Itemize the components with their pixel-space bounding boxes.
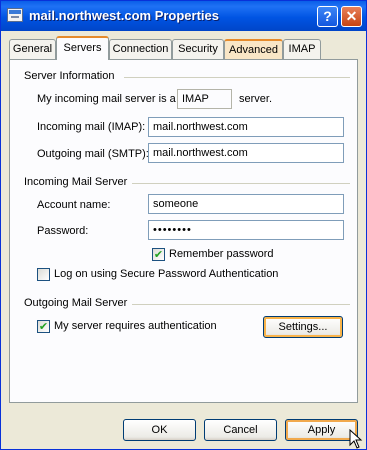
- secure-password-authentication-checkbox[interactable]: [37, 268, 50, 281]
- window-icon: [7, 8, 23, 22]
- server-requires-authentication-checkbox[interactable]: ✔: [37, 320, 50, 333]
- section-divider: [132, 304, 350, 305]
- secure-password-authentication-label[interactable]: Log on using Secure Password Authenticat…: [54, 268, 278, 280]
- incoming-mail-field[interactable]: mail.northwest.com: [148, 117, 344, 137]
- outgoing-mail-label: Outgoing mail (SMTP):: [37, 148, 149, 160]
- close-icon: ✕: [345, 8, 358, 24]
- tab-servers[interactable]: Servers: [56, 36, 109, 60]
- account-name-field[interactable]: someone: [148, 194, 344, 214]
- help-button[interactable]: ?: [317, 6, 338, 27]
- tab-advanced[interactable]: Advanced: [224, 39, 283, 59]
- remember-password-checkbox[interactable]: ✔: [152, 248, 165, 261]
- window-title: mail.northwest.com Properties: [29, 8, 219, 23]
- account-name-label: Account name:: [37, 199, 111, 211]
- section-divider: [132, 183, 350, 184]
- password-label: Password:: [37, 225, 89, 237]
- close-button[interactable]: ✕: [341, 6, 362, 27]
- incoming-mail-server-heading: Incoming Mail Server: [24, 176, 128, 188]
- server-requires-authentication-label[interactable]: My server requires authentication: [54, 320, 217, 332]
- properties-dialog: mail.northwest.com Properties ? ✕ Genera…: [0, 0, 367, 450]
- title-bar[interactable]: mail.northwest.com Properties ? ✕: [1, 1, 366, 31]
- apply-button[interactable]: Apply: [285, 419, 358, 441]
- section-divider: [124, 77, 350, 78]
- ok-button[interactable]: OK: [123, 419, 196, 441]
- cancel-button[interactable]: Cancel: [204, 419, 277, 441]
- incoming-server-prefix-label: My incoming mail server is a: [37, 93, 176, 105]
- outgoing-mail-server-heading: Outgoing Mail Server: [24, 297, 128, 309]
- password-field[interactable]: ••••••••: [148, 220, 344, 240]
- remember-password-label[interactable]: Remember password: [169, 248, 274, 260]
- mouse-cursor-icon: [349, 429, 363, 449]
- settings-button[interactable]: Settings...: [263, 316, 343, 338]
- tab-imap[interactable]: IMAP: [283, 39, 321, 59]
- tab-general[interactable]: General: [9, 39, 56, 59]
- server-information-heading: Server Information: [24, 70, 115, 82]
- incoming-mail-label: Incoming mail (IMAP):: [37, 121, 146, 133]
- help-icon: ?: [323, 8, 332, 24]
- tab-connection[interactable]: Connection: [109, 39, 172, 59]
- incoming-server-suffix-label: server.: [239, 93, 273, 105]
- outgoing-mail-field[interactable]: mail.northwest.com: [148, 143, 344, 163]
- incoming-server-type: IMAP: [177, 89, 232, 109]
- tab-security[interactable]: Security: [172, 39, 224, 59]
